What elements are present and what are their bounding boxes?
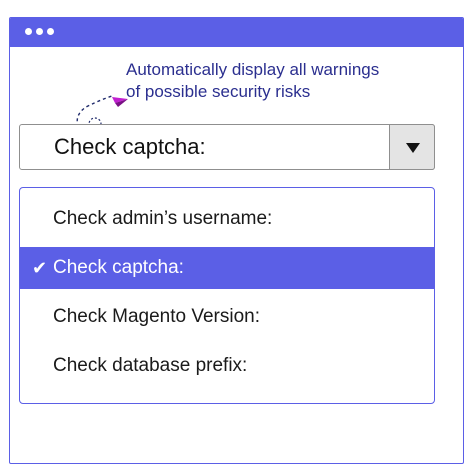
option-check-magento-version[interactable]: Check Magento Version: [20, 296, 434, 338]
note-line-1: Automatically display all warnings [126, 60, 380, 79]
window-dot [47, 28, 54, 35]
option-label: Check admin’s username: [53, 208, 273, 229]
title-bar [10, 18, 463, 47]
dropdown-options-list: Check admin’s username: ✔ Check captcha:… [19, 187, 435, 404]
security-warning-note: Automatically display all warnings of po… [126, 59, 446, 103]
three-dots-icon [25, 28, 54, 35]
select-current-value: Check captcha: [54, 134, 206, 159]
option-label: Check database prefix: [53, 355, 248, 376]
window-dot [25, 28, 32, 35]
option-label: Check Magento Version: [53, 306, 261, 327]
option-check-admin-username[interactable]: Check admin’s username: [20, 198, 434, 240]
checkmark-icon: ✔ [32, 258, 48, 278]
note-line-2: of possible security risks [126, 82, 311, 101]
window-dot [36, 28, 43, 35]
check-select-dropdown[interactable]: Check captcha: [19, 124, 435, 170]
option-check-captcha[interactable]: ✔ Check captcha: [20, 247, 434, 289]
option-check-database-prefix[interactable]: Check database prefix: [20, 345, 434, 387]
option-label: Check captcha: [53, 257, 184, 278]
dropdown-toggle-button[interactable] [389, 124, 435, 170]
triangle-down-icon [406, 143, 420, 153]
